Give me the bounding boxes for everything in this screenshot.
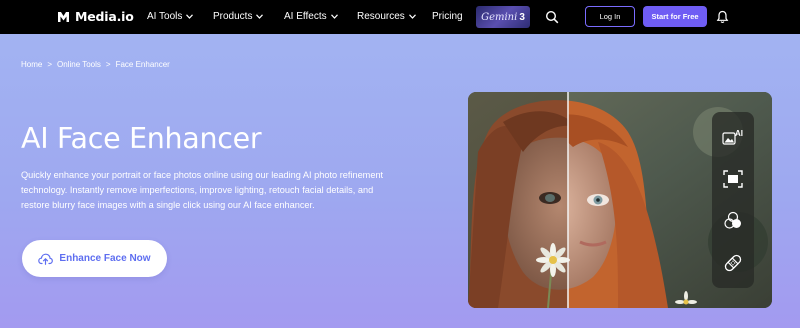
promo-word: Gemini bbox=[481, 11, 518, 23]
top-nav: Media.io AI Tools Products AI Effects Re… bbox=[0, 0, 800, 34]
bell-icon[interactable] bbox=[716, 10, 729, 24]
breadcrumb-home[interactable]: Home bbox=[21, 60, 42, 69]
promo-number: 3 bbox=[519, 11, 525, 23]
color-circles-tool[interactable] bbox=[722, 210, 744, 232]
breadcrumb-separator: > bbox=[47, 60, 53, 69]
bandage-tool[interactable] bbox=[722, 252, 744, 274]
color-circles-icon bbox=[724, 211, 741, 229]
login-button[interactable]: Log In bbox=[585, 6, 635, 27]
chevron-down-icon bbox=[256, 14, 264, 19]
breadcrumb-online-tools[interactable]: Online Tools bbox=[57, 60, 101, 69]
gemini-promo-badge[interactable]: Gemini 3 bbox=[476, 6, 530, 28]
nav-item-ai-effects[interactable]: AI Effects bbox=[284, 11, 338, 22]
start-for-free-button[interactable]: Start for Free bbox=[643, 6, 707, 27]
chevron-down-icon bbox=[186, 14, 194, 19]
hero-description: Quickly enhance your portrait or face ph… bbox=[21, 170, 384, 210]
logo-mark-icon bbox=[58, 12, 69, 22]
nav-item-products[interactable]: Products bbox=[213, 11, 264, 22]
chevron-down-icon bbox=[408, 14, 416, 19]
breadcrumb-separator: > bbox=[105, 60, 111, 69]
ai-image-icon: AI bbox=[722, 129, 743, 145]
brand-name: Media.io bbox=[75, 9, 134, 24]
nav-item-label: Products bbox=[213, 11, 253, 22]
breadcrumb: Home > Online Tools > Face Enhancer bbox=[21, 60, 170, 69]
nav-item-pricing[interactable]: Pricing bbox=[432, 11, 463, 22]
nav-item-label: AI Tools bbox=[147, 11, 183, 22]
search-icon[interactable] bbox=[545, 10, 559, 24]
nav-item-resources[interactable]: Resources bbox=[357, 11, 416, 22]
enhance-face-now-button[interactable]: Enhance Face Now bbox=[22, 240, 167, 277]
ai-image-tool[interactable]: AI bbox=[722, 126, 744, 148]
upload-cloud-icon bbox=[38, 253, 54, 265]
cta-label: Enhance Face Now bbox=[59, 253, 151, 264]
ai-badge: AI bbox=[735, 129, 743, 138]
nav-item-label: Pricing bbox=[432, 11, 463, 22]
bandage-icon bbox=[724, 254, 742, 272]
crop-frame-icon bbox=[723, 170, 743, 188]
nav-item-ai-tools[interactable]: AI Tools bbox=[147, 11, 194, 22]
breadcrumb-current: Face Enhancer bbox=[115, 60, 170, 69]
brand-logo[interactable]: Media.io bbox=[57, 9, 134, 24]
page-title: AI Face Enhancer bbox=[21, 122, 262, 155]
image-toolbar: AI bbox=[712, 112, 754, 288]
nav-item-label: AI Effects bbox=[284, 11, 327, 22]
nav-item-label: Resources bbox=[357, 11, 405, 22]
chevron-down-icon bbox=[330, 14, 338, 19]
crop-frame-tool[interactable] bbox=[722, 168, 744, 190]
